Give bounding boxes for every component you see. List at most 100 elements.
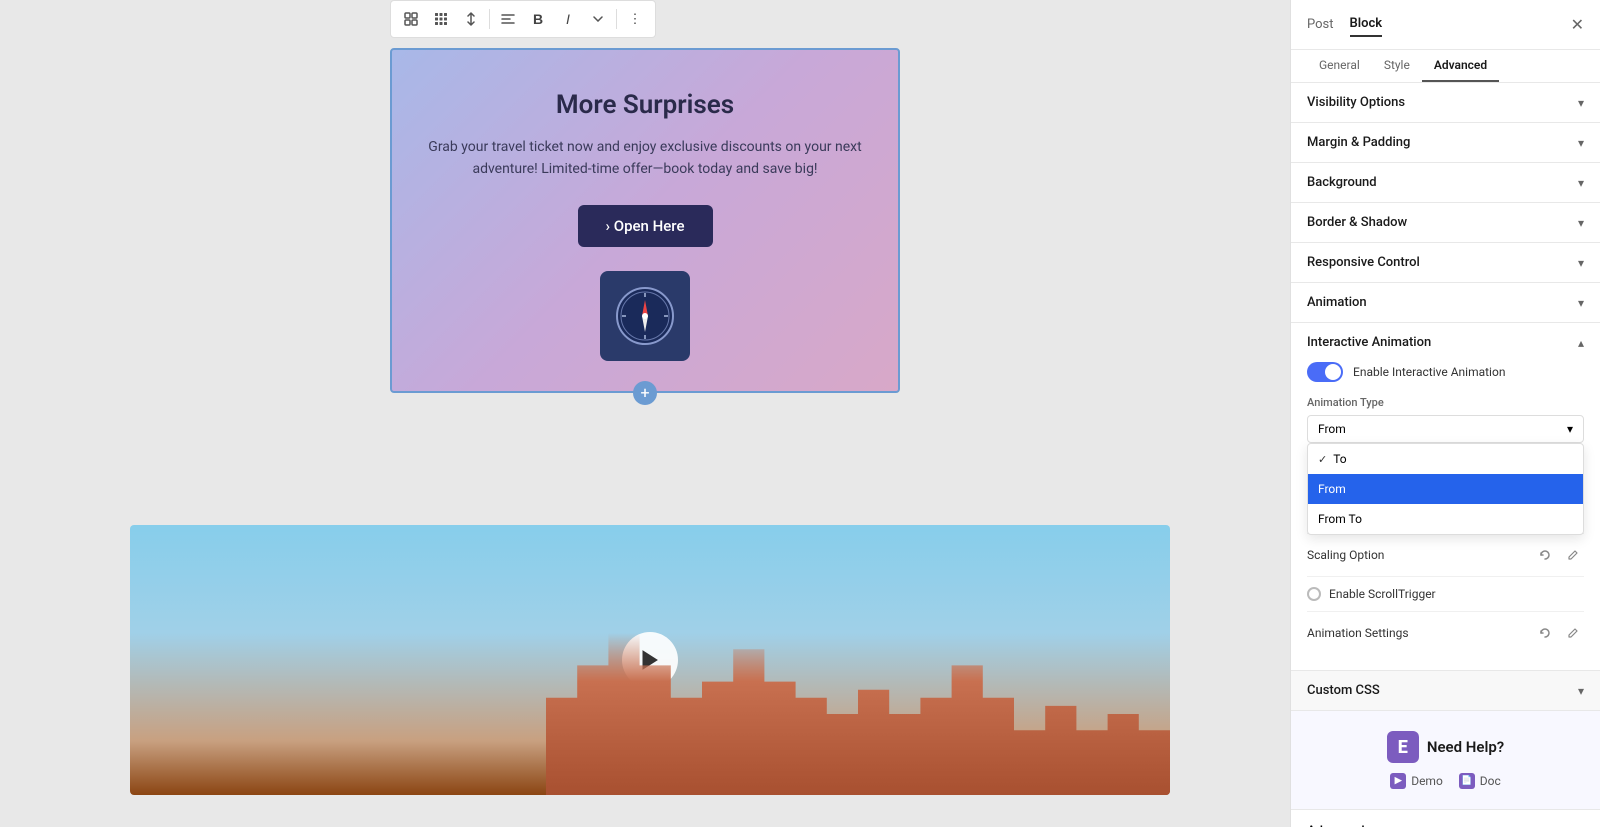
animation-settings-row: Animation Settings xyxy=(1307,611,1584,654)
scaling-option-reset-button[interactable] xyxy=(1534,544,1556,566)
scroll-trigger-radio[interactable] xyxy=(1307,587,1321,601)
interactive-animation-chevron-icon: ▴ xyxy=(1578,336,1584,350)
doc-icon: 📄 xyxy=(1459,773,1475,789)
accordion-interactive-animation: Interactive Animation ▴ Enable Interacti… xyxy=(1291,323,1600,671)
right-panel: Post Block ✕ General Style Advanced Visi… xyxy=(1290,0,1600,827)
margin-padding-header[interactable]: Margin & Padding ▾ xyxy=(1291,123,1600,162)
animation-type-dropdown: From ▾ ✓ To From From To xyxy=(1307,415,1584,443)
accordion-background: Background ▾ xyxy=(1291,163,1600,203)
need-help-section: E Need Help? ▶ Demo 📄 Doc xyxy=(1291,711,1600,809)
more-options-button[interactable]: ⋮ xyxy=(621,5,649,33)
visibility-chevron-icon: ▾ xyxy=(1578,96,1584,110)
panel-header: Post Block ✕ xyxy=(1291,0,1600,50)
travel-card-description: Grab your travel ticket now and enjoy ex… xyxy=(422,136,868,181)
from-to-label: From To xyxy=(1318,512,1362,526)
add-block-button[interactable]: + xyxy=(633,381,657,405)
animation-header[interactable]: Animation ▾ xyxy=(1291,283,1600,322)
responsive-chevron-icon: ▾ xyxy=(1578,256,1584,270)
animation-chevron-icon: ▾ xyxy=(1578,296,1584,310)
enable-interactive-animation-row: Enable Interactive Animation xyxy=(1307,362,1584,382)
visibility-options-header[interactable]: Visibility Options ▾ xyxy=(1291,83,1600,122)
option-to-label: To xyxy=(1333,452,1346,466)
tab-block[interactable]: Block xyxy=(1350,12,1383,37)
scaling-option-label: Scaling Option xyxy=(1307,548,1384,562)
animation-settings-reset-button[interactable] xyxy=(1534,622,1556,644)
block-toolbar: B I ⋮ xyxy=(390,0,656,38)
canvas-area: B I ⋮ More Surprises Grab your travel ti… xyxy=(0,0,1290,827)
need-help-header: E Need Help? xyxy=(1307,731,1584,763)
accordion-visibility: Visibility Options ▾ xyxy=(1291,83,1600,123)
scaling-option-row: Scaling Option xyxy=(1307,533,1584,576)
divider xyxy=(489,9,490,29)
animation-settings-actions xyxy=(1534,622,1584,644)
background-label: Background xyxy=(1307,175,1377,190)
animation-settings-label: Animation Settings xyxy=(1307,626,1409,640)
animation-type-menu: ✓ To From From To xyxy=(1307,443,1584,535)
close-panel-button[interactable]: ✕ xyxy=(1571,15,1584,34)
advanced-footer[interactable]: Advanced ▾ xyxy=(1291,809,1600,827)
responsive-control-label: Responsive Control xyxy=(1307,255,1420,270)
interactive-animation-content: Enable Interactive Animation Animation T… xyxy=(1291,362,1600,670)
sub-tab-advanced[interactable]: Advanced xyxy=(1422,50,1499,82)
doc-link[interactable]: 📄 Doc xyxy=(1459,773,1501,789)
scroll-trigger-label: Enable ScrollTrigger xyxy=(1329,587,1436,601)
accordion-border: Border & Shadow ▾ xyxy=(1291,203,1600,243)
sub-tab-general[interactable]: General xyxy=(1307,50,1372,82)
accordion-margin: Margin & Padding ▾ xyxy=(1291,123,1600,163)
demo-link[interactable]: ▶ Demo xyxy=(1390,773,1443,789)
background-chevron-icon: ▾ xyxy=(1578,176,1584,190)
enable-interactive-animation-toggle[interactable] xyxy=(1307,362,1343,382)
animation-type-trigger[interactable]: From ▾ xyxy=(1307,415,1584,443)
accordion-animation: Animation ▾ xyxy=(1291,283,1600,323)
need-help-logo-icon: E xyxy=(1387,731,1419,763)
need-help-title: Need Help? xyxy=(1427,738,1504,756)
margin-chevron-icon: ▾ xyxy=(1578,136,1584,150)
custom-css-header[interactable]: Custom CSS ▾ xyxy=(1291,671,1600,710)
responsive-control-header[interactable]: Responsive Control ▾ xyxy=(1291,243,1600,282)
scaling-option-edit-button[interactable] xyxy=(1562,544,1584,566)
sub-tabs: General Style Advanced xyxy=(1291,50,1600,83)
need-help-links: ▶ Demo 📄 Doc xyxy=(1307,773,1584,789)
animation-settings-edit-button[interactable] xyxy=(1562,622,1584,644)
animation-type-label: Animation Type xyxy=(1307,396,1584,409)
sub-tab-style[interactable]: Style xyxy=(1372,50,1422,82)
divider-2 xyxy=(616,9,617,29)
align-button[interactable] xyxy=(494,5,522,33)
animation-type-selected-value: From xyxy=(1318,422,1346,436)
demo-label: Demo xyxy=(1411,774,1443,788)
border-chevron-icon: ▾ xyxy=(1578,216,1584,230)
margin-padding-label: Margin & Padding xyxy=(1307,135,1410,150)
open-here-button[interactable]: › Open Here xyxy=(578,205,713,247)
from-label: From xyxy=(1318,482,1346,496)
custom-css-chevron-icon: ▾ xyxy=(1578,684,1584,698)
doc-label: Doc xyxy=(1480,774,1501,788)
interactive-animation-label: Interactive Animation xyxy=(1307,335,1431,350)
italic-button[interactable]: I xyxy=(554,5,582,33)
block-type-button[interactable] xyxy=(397,5,425,33)
dropdown-option-to[interactable]: ✓ To xyxy=(1308,444,1583,474)
grid-button[interactable] xyxy=(427,5,455,33)
dropdown-option-from[interactable]: From xyxy=(1308,474,1583,504)
enable-interactive-animation-label: Enable Interactive Animation xyxy=(1353,365,1505,379)
interactive-animation-header[interactable]: Interactive Animation ▴ xyxy=(1291,323,1600,362)
animation-label: Animation xyxy=(1307,295,1367,310)
arrows-button[interactable] xyxy=(457,5,485,33)
video-card-block xyxy=(130,525,1170,795)
animation-type-section: Animation Type From ▾ ✓ To From xyxy=(1307,396,1584,443)
building-silhouette xyxy=(546,633,1170,795)
tab-post[interactable]: Post xyxy=(1307,13,1334,36)
bold-button[interactable]: B xyxy=(524,5,552,33)
travel-card-title: More Surprises xyxy=(422,90,868,120)
dropdown-button[interactable] xyxy=(584,5,612,33)
travel-card-block: More Surprises Grab your travel ticket n… xyxy=(390,48,900,393)
accordion-responsive: Responsive Control ▾ xyxy=(1291,243,1600,283)
scaling-option-actions xyxy=(1534,544,1584,566)
accordion-custom-css: Custom CSS ▾ xyxy=(1291,671,1600,711)
dropdown-option-from-to[interactable]: From To xyxy=(1308,504,1583,534)
border-shadow-header[interactable]: Border & Shadow ▾ xyxy=(1291,203,1600,242)
background-header[interactable]: Background ▾ xyxy=(1291,163,1600,202)
dropdown-chevron-icon: ▾ xyxy=(1567,422,1573,436)
demo-icon: ▶ xyxy=(1390,773,1406,789)
border-shadow-label: Border & Shadow xyxy=(1307,215,1407,230)
visibility-options-label: Visibility Options xyxy=(1307,95,1405,110)
